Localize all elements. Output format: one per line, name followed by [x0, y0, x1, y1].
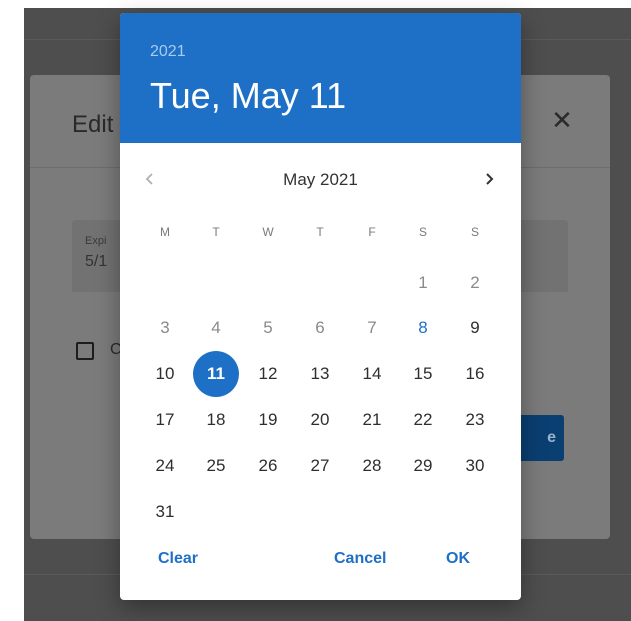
calendar-day[interactable]: 19	[248, 400, 288, 440]
calendar-day[interactable]: 28	[352, 446, 392, 486]
cancel-button[interactable]: Cancel	[334, 550, 386, 568]
selected-day[interactable]: 11	[193, 351, 239, 397]
calendar-day[interactable]: 24	[145, 446, 185, 486]
calendar-day[interactable]: 13	[300, 354, 340, 394]
weekday-label: T	[212, 225, 220, 239]
calendar-day[interactable]: 18	[196, 400, 236, 440]
calendar-day[interactable]: 7	[352, 308, 392, 348]
close-icon[interactable]: ✕	[547, 105, 577, 135]
calendar-day[interactable]: 9	[455, 308, 495, 348]
date-picker-dialog: 2021 Tue, May 11 May 2021 MTWTFSS 123456…	[120, 13, 521, 600]
calendar-day[interactable]: 27	[300, 446, 340, 486]
calendar-day[interactable]: 31	[145, 492, 185, 532]
calendar-day[interactable]: 29	[403, 446, 443, 486]
weekday-label: T	[316, 225, 324, 239]
calendar-day[interactable]: 26	[248, 446, 288, 486]
calendar-day[interactable]: 25	[196, 446, 236, 486]
calendar-day[interactable]: 8	[403, 308, 443, 348]
month-year-label: May 2021	[283, 170, 358, 189]
weekday-label: M	[160, 225, 170, 239]
header-selected-date: Tue, May 11	[150, 75, 347, 116]
weekday-label: F	[368, 225, 376, 239]
calendar-day[interactable]: 6	[300, 308, 340, 348]
weekday-label: S	[418, 225, 427, 239]
calendar-day[interactable]: 4	[196, 308, 236, 348]
backdrop-top-band	[0, 0, 631, 8]
calendar-day[interactable]: 23	[455, 400, 495, 440]
calendar-day[interactable]: 10	[145, 354, 185, 394]
header-year[interactable]: 2021	[150, 43, 186, 61]
expiry-date-value: 5/1	[85, 253, 108, 270]
calendar-day[interactable]: 30	[455, 446, 495, 486]
weekday-label: W	[262, 225, 274, 239]
calendar-day[interactable]: 1	[403, 263, 443, 303]
backdrop-left-edge	[0, 8, 24, 621]
weekday-label: S	[470, 225, 479, 239]
clear-button[interactable]: Clear	[158, 550, 198, 568]
calendar-day[interactable]: 16	[455, 354, 495, 394]
calendar-day[interactable]: 17	[145, 400, 185, 440]
ok-button[interactable]: OK	[446, 550, 470, 568]
option-checkbox[interactable]	[76, 342, 94, 360]
expiry-date-label: Expi	[85, 235, 107, 247]
calendar-day[interactable]: 21	[352, 400, 392, 440]
calendar-day[interactable]: 15	[403, 354, 443, 394]
calendar-day[interactable]: 22	[403, 400, 443, 440]
calendar-day[interactable]: 20	[300, 400, 340, 440]
calendar-day[interactable]: 3	[145, 308, 185, 348]
calendar-day[interactable]: 5	[248, 308, 288, 348]
calendar-day[interactable]: 12	[248, 354, 288, 394]
date-picker-header: 2021 Tue, May 11	[120, 13, 521, 143]
calendar-day[interactable]: 2	[455, 263, 495, 303]
edit-dialog-title: Edit	[72, 111, 114, 138]
chevron-right-icon[interactable]	[476, 165, 502, 191]
calendar-day[interactable]: 14	[352, 354, 392, 394]
